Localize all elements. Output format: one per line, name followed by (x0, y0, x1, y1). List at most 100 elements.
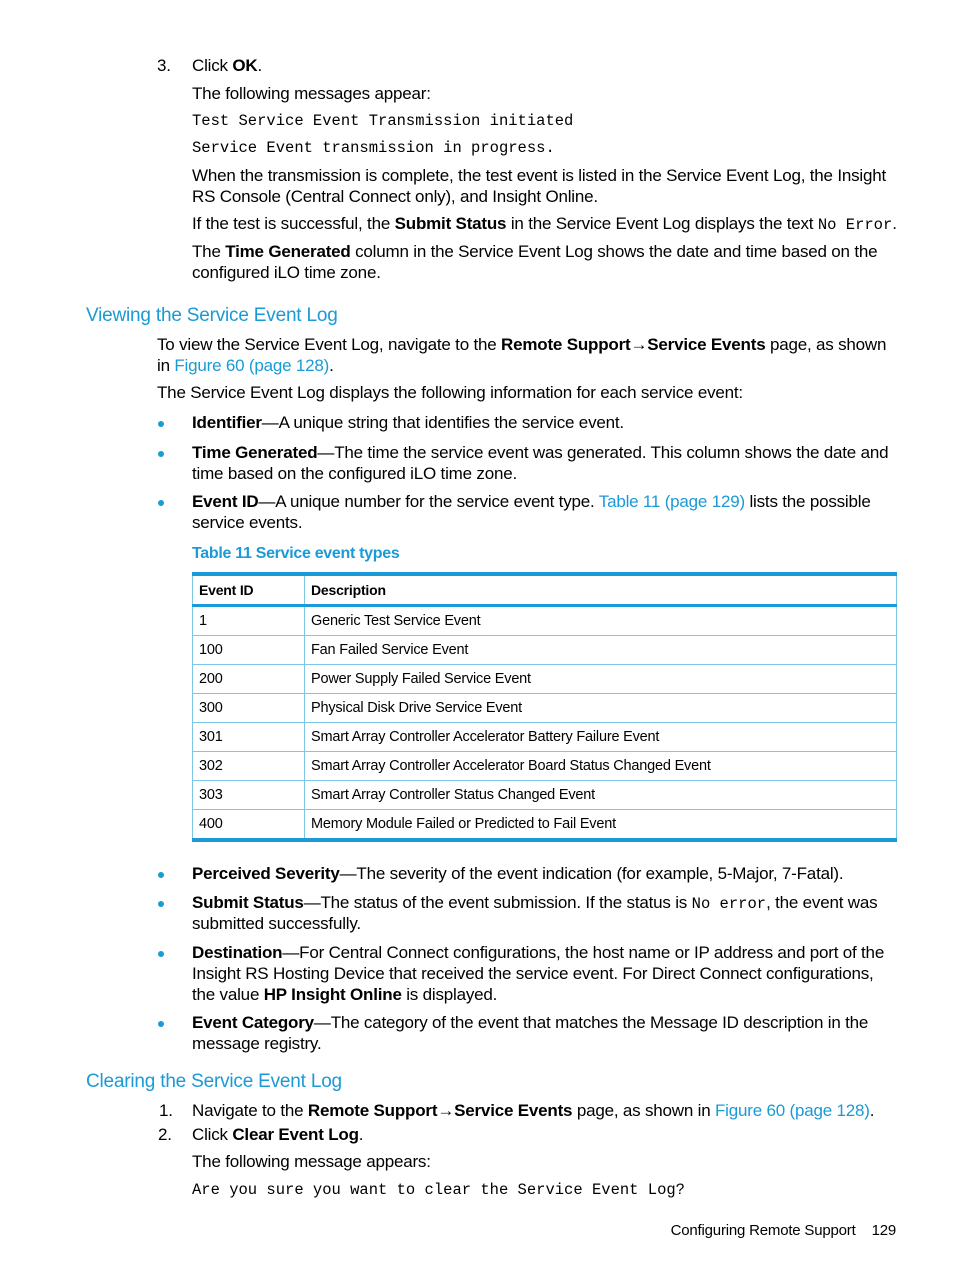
text: —The time the service event was generate… (317, 443, 889, 462)
text: is displayed. (401, 985, 498, 1004)
paragraph: When the transmission is complete, the t… (192, 166, 887, 185)
table-row: 301 Smart Array Controller Accelerator Ba… (192, 722, 897, 752)
table-caption: Table 11 Service event types (192, 545, 400, 562)
text: lists the possible (744, 492, 871, 511)
text: Click (192, 56, 233, 75)
cell-event-id: 1 (192, 605, 305, 636)
text: in the Service Event Log displays the te… (506, 214, 818, 233)
text: page, as shown in (572, 1101, 715, 1120)
paragraph: To view the Service Event Log, navigate … (157, 334, 886, 355)
table-header-row: Event ID Description (192, 573, 897, 607)
text: —A unique number for the service event t… (258, 492, 599, 511)
text: in (157, 356, 175, 375)
paragraph: in Figure 60 (page 128). (157, 355, 334, 376)
term: Time Generated (192, 443, 318, 462)
message-intro: The following message appears: (192, 1152, 431, 1171)
term: Destination (192, 943, 283, 962)
section-heading: Viewing the Service Event Log (86, 305, 338, 326)
table-row: 302 Smart Array Controller Accelerator Bo… (192, 751, 897, 781)
table-11-link[interactable]: Table 11 (page 129) (599, 492, 745, 511)
table-row: 200 Power Supply Failed Service Event (192, 664, 897, 694)
page-number: 129 (871, 1222, 897, 1239)
table-row: 300 Physical Disk Drive Service Event (192, 693, 897, 723)
step-number: 3. (157, 56, 171, 75)
bullet-icon (158, 451, 164, 457)
text: the value (192, 985, 264, 1004)
text: . (892, 214, 897, 233)
text: —A unique string that identifies the ser… (261, 413, 624, 432)
cell-description: Physical Disk Drive Service Event (304, 693, 897, 723)
paragraph: RS Console (Central Connect only), and I… (192, 187, 598, 206)
list-item-submit-status: Submit Status—The status of the event su… (192, 892, 878, 915)
cell-event-id: 100 (192, 635, 305, 665)
page-footer: Configuring Remote Support 129 (671, 1222, 897, 1239)
bold-term: Submit Status (394, 214, 507, 233)
bullet-icon (158, 421, 164, 427)
list-item-destination: Destination—For Central Connect configur… (192, 942, 884, 963)
paragraph: The Time Generated column in the Service… (192, 241, 878, 262)
text: . (358, 1125, 364, 1144)
table-row: 400 Memory Module Failed or Predicted to … (192, 809, 897, 842)
term: Identifier (192, 413, 262, 432)
list-item-continuation: Insight RS Hosting Device that received … (192, 964, 874, 983)
cell-event-id: 300 (192, 693, 305, 723)
cell-description: Smart Array Controller Accelerator Board… (304, 751, 897, 781)
bold-term: HP Insight Online (263, 985, 402, 1004)
table-row: 1 Generic Test Service Event (192, 605, 897, 636)
figure-60-link[interactable]: Figure 60 (page 128) (174, 356, 329, 375)
paragraph: If the test is successful, the Submit St… (192, 213, 897, 236)
list-item-continuation: submitted successfully. (192, 914, 361, 933)
cell-event-id: 200 (192, 664, 305, 694)
figure-60-link[interactable]: Figure 60 (page 128) (715, 1101, 870, 1120)
text: Navigate to the (192, 1101, 308, 1120)
text: The (192, 242, 226, 261)
cell-description: Power Supply Failed Service Event (304, 664, 897, 694)
code-message-1: Test Service Event Transmission initiate… (192, 112, 574, 130)
step-number: 1. (159, 1101, 173, 1120)
service-event-types-table: Event ID Description 1 Generic Test Servi… (192, 572, 897, 842)
menu-path-remote-support: Remote Support (501, 335, 631, 354)
list-item-event-category: Event Category—The category of the event… (192, 1012, 868, 1033)
bullet-icon (158, 1021, 164, 1027)
arrow-icon: → (437, 1101, 455, 1120)
code-message-2: Service Event transmission in progress. (192, 139, 555, 157)
list-item-continuation: service events. (192, 513, 303, 532)
code-text: No error (691, 895, 767, 913)
text: —The status of the event submission. If … (303, 893, 692, 912)
text: column in the Service Event Log shows th… (350, 242, 878, 261)
paragraph: configured iLO time zone. (192, 263, 381, 282)
text: . (329, 356, 334, 375)
column-header-description: Description (304, 573, 897, 607)
menu-path-service-events: Service Events (647, 335, 766, 354)
code-message: Are you sure you want to clear the Servi… (192, 1181, 685, 1199)
list-item-perceived-severity: Perceived Severity—The severity of the e… (192, 863, 844, 884)
text: If the test is successful, the (192, 214, 395, 233)
list-item-continuation: message registry. (192, 1034, 322, 1053)
text: —For Central Connect configurations, the… (282, 943, 885, 962)
cell-description: Memory Module Failed or Predicted to Fai… (304, 809, 897, 842)
cell-event-id: 301 (192, 722, 305, 752)
cell-description: Smart Array Controller Status Changed Ev… (304, 780, 897, 810)
text: —The severity of the event indication (f… (339, 864, 844, 883)
bullet-icon (158, 901, 164, 907)
list-item-event-id: Event ID—A unique number for the service… (192, 491, 871, 512)
ok-label: OK (232, 56, 258, 75)
step-3-text: Click OK. (192, 55, 262, 76)
term: Perceived Severity (192, 864, 340, 883)
code-text: No Error (817, 216, 893, 234)
step-2-text: Click Clear Event Log. (192, 1124, 363, 1145)
list-item-continuation: time based on the configured iLO time zo… (192, 464, 517, 483)
bullet-icon (158, 500, 164, 506)
text: —The category of the event that matches … (313, 1013, 869, 1032)
step-number: 2. (158, 1125, 172, 1144)
text: , the event was (766, 893, 878, 912)
section-heading: Clearing the Service Event Log (86, 1071, 342, 1092)
cell-event-id: 400 (192, 809, 305, 842)
cell-description: Fan Failed Service Event (304, 635, 897, 665)
paragraph: The Service Event Log displays the follo… (157, 383, 743, 402)
list-item-identifier: Identifier—A unique string that identifi… (192, 412, 624, 433)
text: . (869, 1101, 875, 1120)
bold-term: Time Generated (225, 242, 351, 261)
term: Event ID (192, 492, 259, 511)
bullet-icon (158, 872, 164, 878)
